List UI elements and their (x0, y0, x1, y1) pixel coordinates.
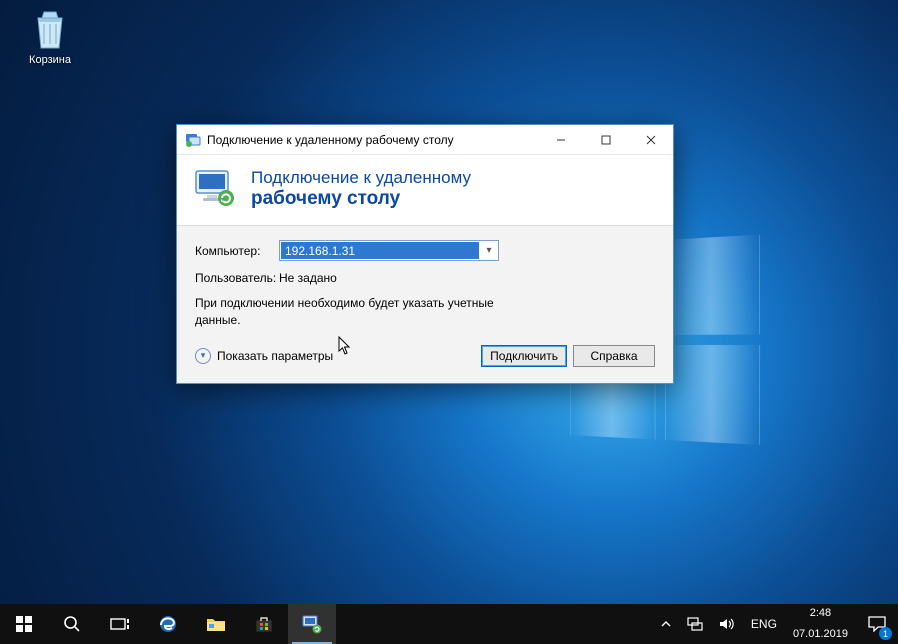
user-label: Пользователь: (195, 271, 279, 285)
tray-network-icon[interactable] (679, 604, 711, 644)
credentials-hint: При подключении необходимо будет указать… (195, 295, 515, 329)
action-center-button[interactable]: 1 (856, 604, 898, 644)
dialog-body: Компьютер: ▾ Пользователь: Не задано При… (177, 226, 673, 383)
task-view-button[interactable] (96, 604, 144, 644)
search-button[interactable] (48, 604, 96, 644)
rdp-dialog-window: Подключение к удаленному рабочему столу … (176, 124, 674, 384)
rdp-monitor-icon (193, 167, 237, 211)
minimize-button[interactable] (538, 125, 583, 155)
recycle-bin-icon (30, 8, 70, 52)
maximize-button[interactable] (583, 125, 628, 155)
tray-clock[interactable]: 2:48 07.01.2019 (785, 604, 856, 644)
computer-input[interactable] (281, 242, 479, 259)
titlebar[interactable]: Подключение к удаленному рабочему столу (177, 125, 673, 155)
chevron-down-icon: ▾ (195, 348, 211, 364)
notification-badge: 1 (879, 627, 892, 640)
recycle-bin-label: Корзина (18, 54, 82, 66)
window-title: Подключение к удаленному рабочему столу (207, 133, 538, 147)
clock-date: 07.01.2019 (793, 628, 848, 641)
connect-button[interactable]: Подключить (481, 345, 567, 367)
taskbar-explorer-icon[interactable] (192, 604, 240, 644)
header-line2: рабочему столу (251, 188, 471, 210)
help-button[interactable]: Справка (573, 345, 655, 367)
user-value: Не задано (279, 271, 337, 285)
computer-combobox[interactable]: ▾ (279, 240, 499, 261)
tray-up-icon[interactable] (653, 604, 679, 644)
tray-language[interactable]: ENG (743, 604, 785, 644)
close-button[interactable] (628, 125, 673, 155)
taskbar-store-icon[interactable] (240, 604, 288, 644)
show-options-label: Показать параметры (217, 349, 333, 363)
rdp-app-icon (185, 132, 201, 148)
show-options-expander[interactable]: ▾ Показать параметры (195, 348, 333, 364)
header-line1: Подключение к удаленному (251, 168, 471, 188)
taskbar: ENG 2:48 07.01.2019 1 (0, 604, 898, 644)
taskbar-rdp-icon[interactable] (288, 604, 336, 644)
start-button[interactable] (0, 604, 48, 644)
computer-label: Компьютер: (195, 244, 279, 258)
dialog-header: Подключение к удаленному рабочему столу (177, 155, 673, 226)
tray-volume-icon[interactable] (711, 604, 743, 644)
taskbar-edge-icon[interactable] (144, 604, 192, 644)
recycle-bin-desktop-icon[interactable]: Корзина (18, 8, 82, 66)
clock-time: 2:48 (810, 607, 831, 620)
chevron-down-icon[interactable]: ▾ (480, 245, 498, 256)
language-label: ENG (751, 617, 777, 631)
